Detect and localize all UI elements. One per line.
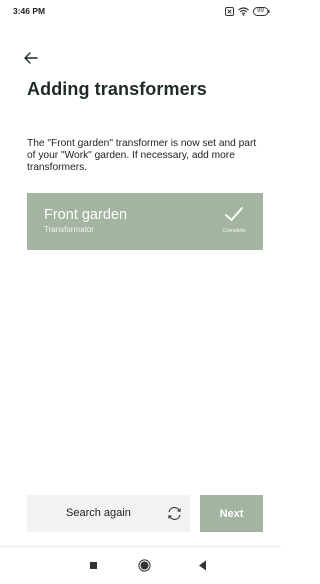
- search-again-label: Search again: [66, 507, 131, 519]
- transformer-subtitle: Transformator: [44, 225, 94, 234]
- recent-apps-icon[interactable]: [90, 562, 97, 569]
- next-button[interactable]: Next: [200, 495, 263, 532]
- status-bar: 3:46 PM 99: [0, 0, 281, 22]
- close-box-icon: [225, 6, 234, 16]
- back-icon[interactable]: [198, 560, 207, 571]
- page-title: Adding transformers: [27, 79, 207, 99]
- status-icons: 99: [225, 6, 270, 16]
- navigation-bar: [0, 546, 281, 584]
- description-text: The "Front garden" transformer is now se…: [27, 138, 257, 173]
- home-icon[interactable]: [138, 559, 151, 572]
- transformer-status: Complete: [222, 228, 246, 234]
- transformer-card[interactable]: Front garden Transformator Complete: [27, 193, 263, 250]
- transformer-name: Front garden: [44, 207, 128, 223]
- checkmark-icon: [225, 207, 243, 221]
- status-time: 3:46 PM: [13, 6, 46, 16]
- battery-icon: 99: [253, 6, 270, 16]
- search-again-button[interactable]: Search again: [27, 495, 190, 532]
- wifi-icon: [238, 6, 249, 16]
- back-button[interactable]: [20, 47, 42, 69]
- battery-level: 99: [257, 7, 264, 14]
- arrow-left-icon: [24, 52, 38, 64]
- refresh-icon: [168, 507, 181, 520]
